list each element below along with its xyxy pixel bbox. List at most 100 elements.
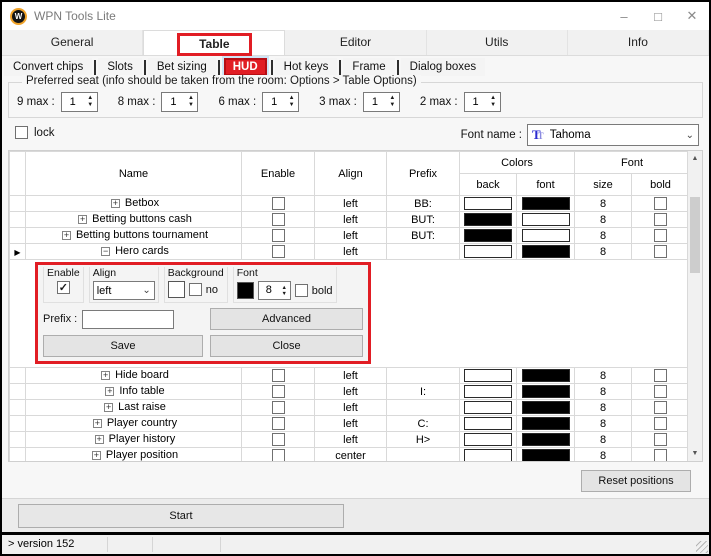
font-color-cell[interactable]	[515, 383, 576, 400]
size-cell[interactable]: 8	[574, 399, 633, 416]
size-cell[interactable]: 8	[574, 195, 633, 212]
enable-cell[interactable]	[241, 399, 315, 416]
subtab-convert-chips[interactable]: Convert chips	[4, 58, 93, 76]
bold-cell[interactable]	[631, 447, 687, 461]
font-color-cell[interactable]	[515, 367, 576, 384]
bold-cell[interactable]	[631, 399, 687, 416]
panel-bold-checkbox[interactable]	[294, 284, 308, 297]
bold-checkbox[interactable]	[654, 417, 668, 430]
enable-cell[interactable]	[241, 195, 315, 212]
expand-icon[interactable]: +	[110, 199, 120, 209]
bold-checkbox[interactable]	[654, 229, 668, 242]
align-cell[interactable]: left	[314, 399, 387, 416]
seat-stepper[interactable]: 1 ▲ ▼	[161, 92, 199, 112]
name-cell[interactable]: + Betbox	[25, 195, 242, 212]
bold-cell[interactable]	[631, 195, 687, 212]
tab-utils[interactable]: Utils	[426, 30, 568, 55]
chevron-down-icon[interactable]: ⌄	[686, 130, 694, 141]
bold-cell[interactable]	[631, 383, 687, 400]
spinner-down-icon[interactable]: ▼	[84, 102, 97, 109]
font-color-swatch[interactable]	[521, 197, 570, 210]
prefix-cell[interactable]: I:	[386, 383, 460, 400]
back-color-swatch[interactable]	[464, 197, 512, 210]
align-cell[interactable]: center	[314, 447, 387, 461]
align-cell[interactable]: left	[314, 195, 387, 212]
prefix-cell[interactable]	[386, 367, 460, 384]
panel-align-select[interactable]: left ⌄	[92, 281, 155, 300]
prefix-cell[interactable]	[386, 447, 460, 461]
seat-stepper[interactable]: 1 ▲ ▼	[362, 92, 400, 112]
tab-editor[interactable]: Editor	[285, 30, 427, 55]
subtab-bet-sizing[interactable]: Bet sizing	[147, 58, 216, 76]
back-color-cell[interactable]	[459, 399, 517, 416]
panel-font-color-swatch[interactable]	[236, 282, 254, 299]
spinner-down-icon[interactable]: ▼	[184, 102, 197, 109]
spinner-up-icon[interactable]: ▲	[285, 95, 298, 102]
scrollbar-thumb[interactable]	[690, 197, 700, 273]
font-name-select[interactable]: TT Tahoma ⌄	[527, 124, 699, 146]
spinner-down-icon[interactable]: ▼	[386, 102, 399, 109]
prefix-cell[interactable]: H>	[386, 431, 460, 448]
back-color-cell[interactable]	[459, 227, 517, 244]
name-cell[interactable]: + Player history	[25, 431, 242, 448]
name-cell[interactable]: + Betting buttons tournament	[25, 227, 242, 244]
enable-checkbox[interactable]	[271, 245, 285, 258]
panel-enable-checkbox[interactable]	[56, 281, 70, 294]
bold-checkbox[interactable]	[654, 197, 668, 210]
enable-cell[interactable]	[241, 243, 315, 260]
font-color-swatch[interactable]	[521, 433, 570, 446]
back-color-swatch[interactable]	[464, 213, 512, 226]
back-color-swatch[interactable]	[464, 449, 512, 461]
back-color-swatch[interactable]	[464, 369, 512, 382]
spinner-down-icon[interactable]: ▼	[285, 102, 298, 109]
font-color-cell[interactable]	[515, 447, 576, 461]
scroll-down-icon[interactable]: ▼	[688, 446, 702, 461]
size-cell[interactable]: 8	[574, 367, 633, 384]
name-cell[interactable]: + Last raise	[25, 399, 242, 416]
align-cell[interactable]: left	[314, 243, 387, 260]
table-row[interactable]: + Info table left I: 8	[9, 383, 687, 400]
spinner-down-icon[interactable]: ▼	[279, 291, 290, 297]
bold-checkbox[interactable]	[654, 433, 668, 446]
vertical-scrollbar[interactable]: ▲ ▼	[687, 151, 702, 461]
table-row[interactable]: + Betting buttons tournament left BUT: 8	[9, 227, 687, 244]
seat-stepper[interactable]: 1 ▲ ▼	[262, 92, 300, 112]
expand-icon[interactable]: +	[94, 435, 104, 445]
enable-checkbox[interactable]	[271, 417, 285, 430]
bold-checkbox[interactable]	[654, 449, 668, 461]
prefix-cell[interactable]: BUT:	[386, 227, 460, 244]
lock-checkbox[interactable]	[15, 126, 28, 139]
name-cell[interactable]: + Player country	[25, 415, 242, 432]
prefix-cell[interactable]	[386, 399, 460, 416]
table-row[interactable]: + Player history left H> 8	[9, 431, 687, 448]
bold-checkbox[interactable]	[654, 213, 668, 226]
font-color-swatch[interactable]	[521, 213, 570, 226]
bold-cell[interactable]	[631, 431, 687, 448]
advanced-button[interactable]: Advanced	[210, 308, 363, 330]
font-color-cell[interactable]	[515, 399, 576, 416]
spinner-up-icon[interactable]: ▲	[84, 95, 97, 102]
enable-checkbox[interactable]	[271, 369, 285, 382]
size-cell[interactable]: 8	[574, 431, 633, 448]
enable-cell[interactable]	[241, 211, 315, 228]
size-cell[interactable]: 8	[574, 415, 633, 432]
back-color-swatch[interactable]	[464, 401, 512, 414]
align-cell[interactable]: left	[314, 367, 387, 384]
subtab-hud[interactable]: HUD	[223, 58, 267, 76]
back-color-swatch[interactable]	[464, 385, 512, 398]
bold-cell[interactable]	[631, 243, 687, 260]
close-panel-button[interactable]: Close	[210, 335, 363, 357]
enable-checkbox[interactable]	[271, 385, 285, 398]
table-row[interactable]: + Last raise left 8	[9, 399, 687, 416]
table-row[interactable]: + Player country left C: 8	[9, 415, 687, 432]
save-button[interactable]: Save	[43, 335, 203, 357]
back-color-cell[interactable]	[459, 447, 517, 461]
tab-general[interactable]: General	[2, 30, 144, 55]
minimize-button[interactable]: –	[607, 2, 641, 30]
panel-prefix-input[interactable]	[82, 309, 175, 329]
spinner-up-icon[interactable]: ▲	[184, 95, 197, 102]
panel-background-swatch[interactable]	[167, 281, 185, 298]
name-cell[interactable]: + Hide board	[25, 367, 242, 384]
seat-stepper[interactable]: 1 ▲ ▼	[60, 92, 98, 112]
enable-cell[interactable]	[241, 367, 315, 384]
